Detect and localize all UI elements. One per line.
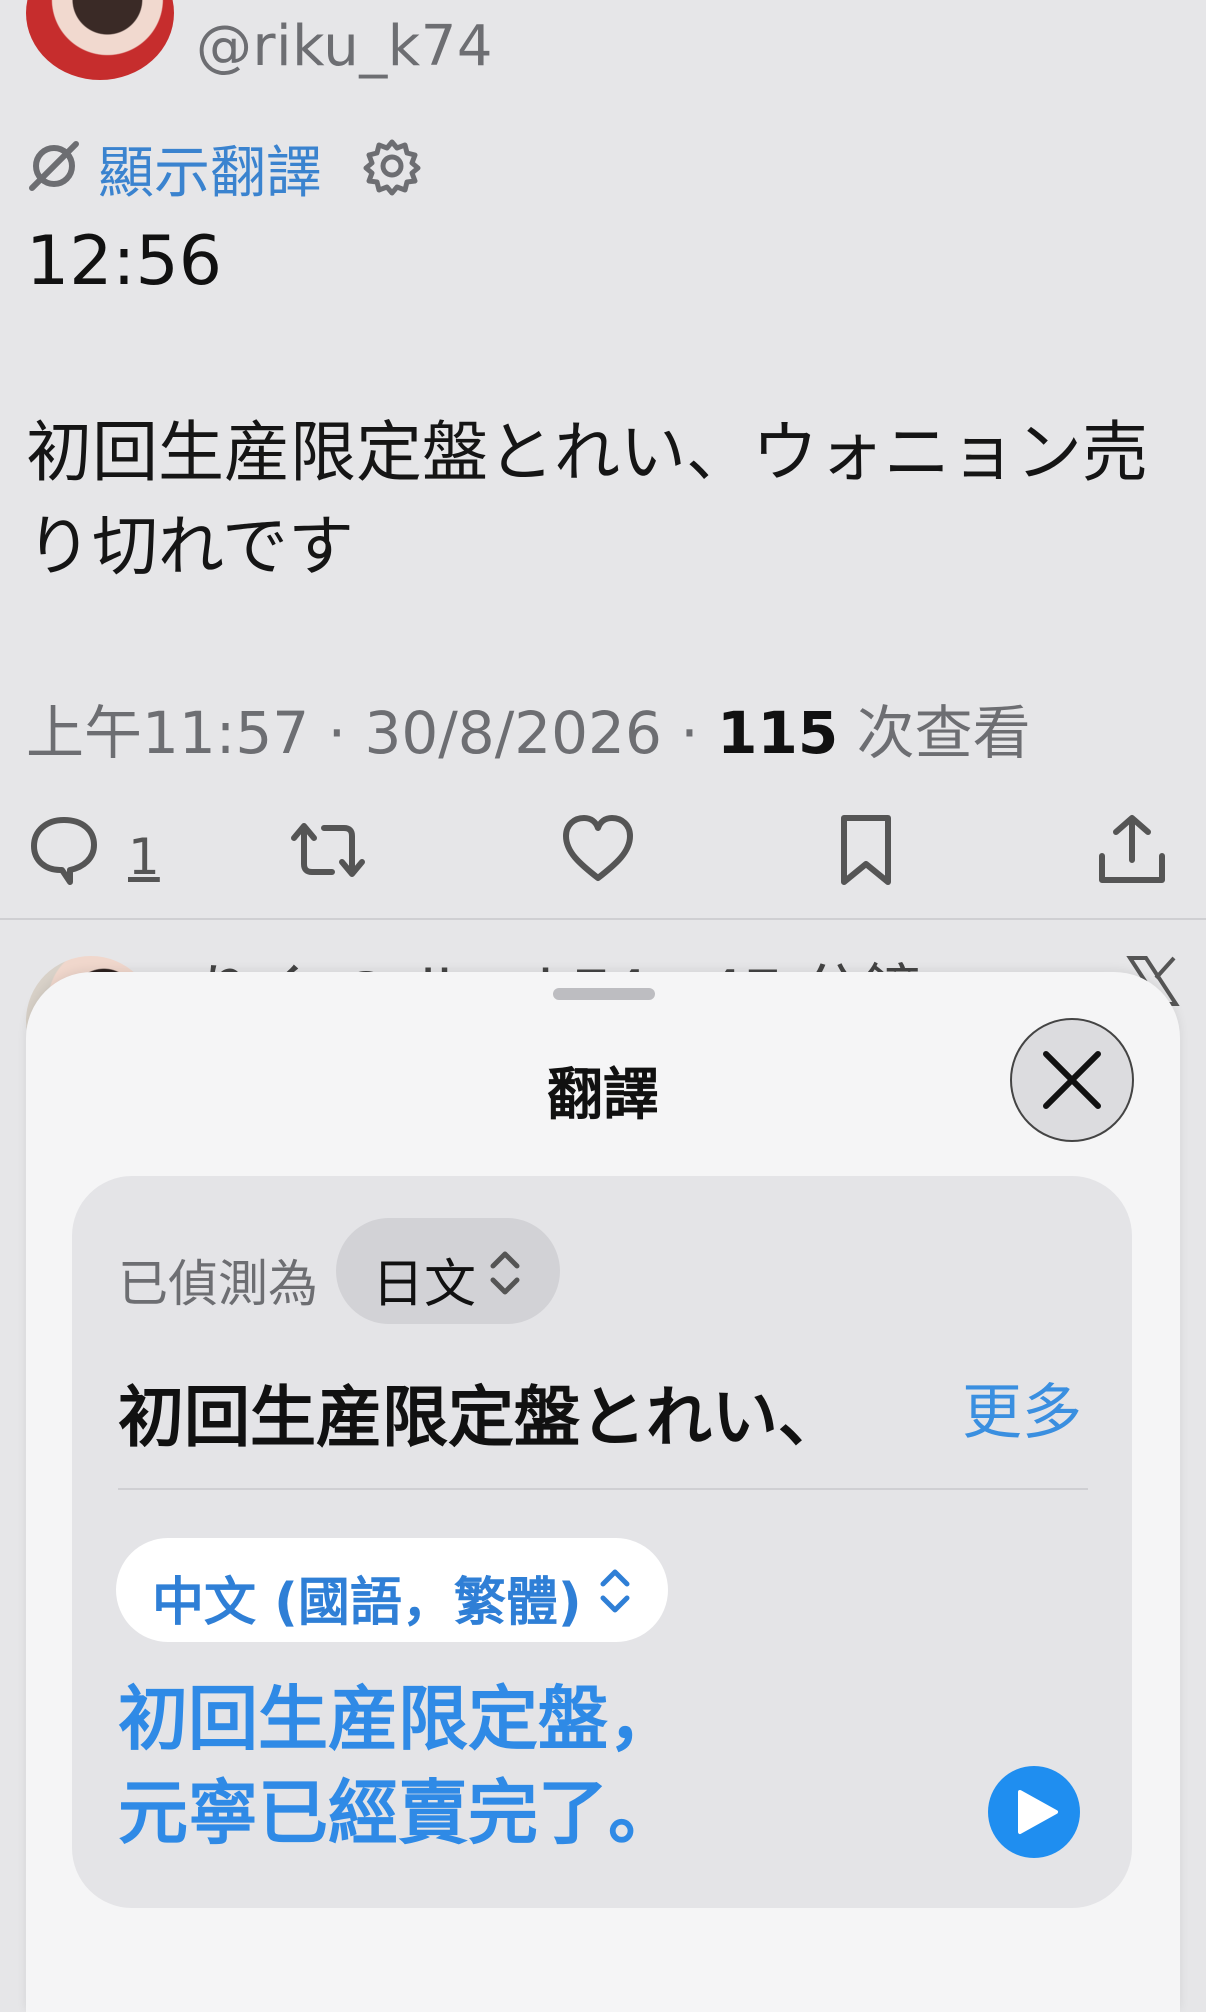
user-handle[interactable]: @riku_k74 [196, 14, 493, 79]
sheet-grabber[interactable] [553, 988, 655, 1000]
divider [118, 1488, 1088, 1490]
close-icon [1043, 1051, 1101, 1109]
close-button[interactable] [1010, 1018, 1134, 1142]
source-language-picker[interactable]: 日文 [336, 1218, 560, 1324]
reply-count[interactable]: 1 [128, 828, 160, 886]
views-label: 次查看 [838, 699, 1031, 767]
play-icon [1018, 1790, 1058, 1834]
detected-language-label: 已偵測為 [118, 1255, 318, 1313]
reply-icon[interactable] [26, 812, 102, 888]
target-language-label: 中文 (國語，繁體) [152, 1573, 582, 1633]
avatar[interactable] [26, 0, 174, 80]
translated-text-line: 初回生産限定盤， [118, 1678, 678, 1760]
views-count: 115 [717, 699, 839, 767]
play-button[interactable] [988, 1766, 1080, 1858]
tweet-time-text: 12:56 [26, 222, 222, 301]
target-language-picker[interactable]: 中文 (國語，繁體) [116, 1538, 668, 1642]
tweet-timestamp: 上午11:57 · 30/8/2026 · [26, 699, 718, 767]
retweet-icon[interactable] [290, 812, 366, 888]
source-text: 初回生産限定盤とれい、 [118, 1379, 844, 1456]
like-icon[interactable] [560, 812, 636, 888]
translated-text: 初回生産限定盤， 元寧已經賣完了。 [118, 1672, 818, 1860]
share-icon[interactable] [1094, 812, 1170, 888]
translated-text-line: 元寧已經賣完了。 [118, 1772, 678, 1854]
divider [0, 918, 1206, 920]
tweet-meta: 上午11:57 · 30/8/2026 · 115 次查看 [26, 686, 1031, 770]
gear-icon[interactable] [362, 136, 422, 196]
source-language-label: 日文 [372, 1255, 477, 1315]
more-link[interactable]: 更多 [962, 1364, 1082, 1451]
chevron-up-down-icon [600, 1569, 630, 1613]
show-translation-link[interactable]: 顯示翻譯 [98, 128, 322, 209]
bookmark-icon[interactable] [828, 812, 904, 888]
tweet-body: 初回生産限定盤とれい、ウォニョン売り切れです [26, 414, 1148, 585]
chevron-up-down-icon [490, 1251, 520, 1295]
translate-icon[interactable] [26, 138, 82, 194]
